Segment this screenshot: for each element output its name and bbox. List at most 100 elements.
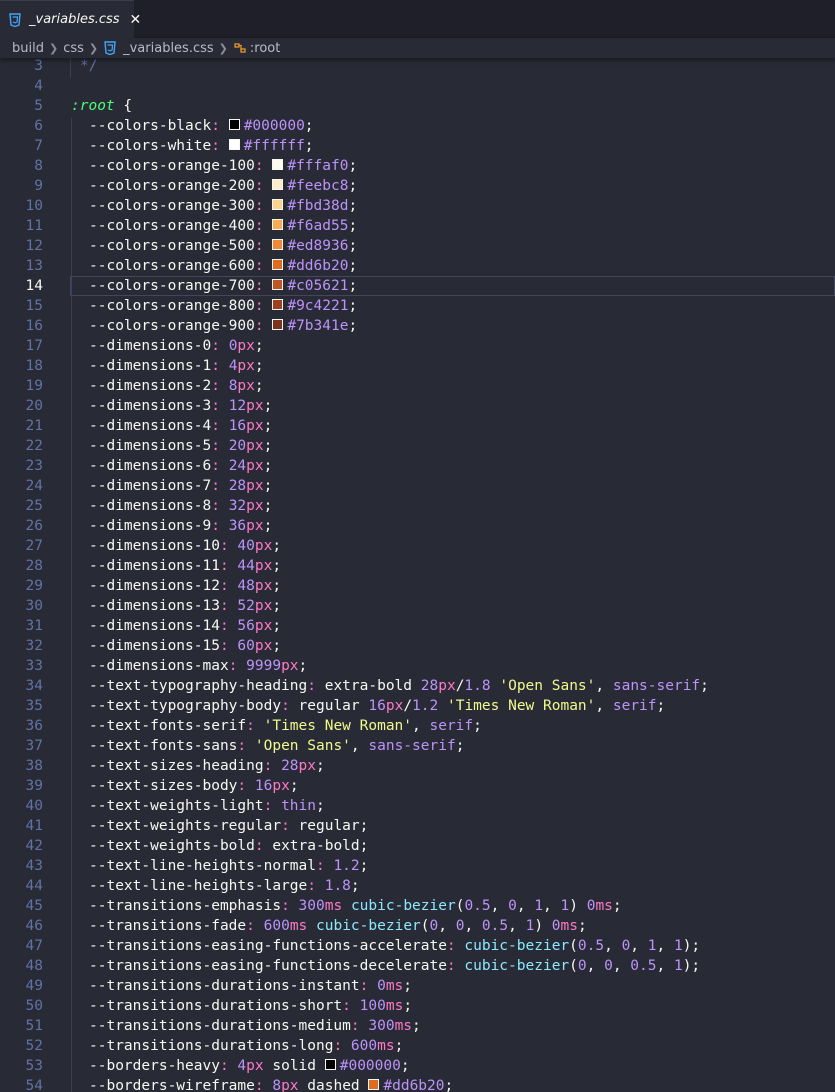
code-line[interactable]: 11 --colors-orange-400: #f6ad55;	[0, 216, 835, 236]
code-line[interactable]: 21 --dimensions-4: 16px;	[0, 416, 835, 436]
code-line[interactable]: 18 --dimensions-1: 4px;	[0, 356, 835, 376]
code-line[interactable]: 12 --colors-orange-500: #ed8936;	[0, 236, 835, 256]
code-line[interactable]: 32 --dimensions-15: 60px;	[0, 636, 835, 656]
code-text: --text-fonts-serif: 'Times New Roman', s…	[89, 716, 482, 736]
close-icon[interactable]: ✕	[130, 12, 142, 28]
token-punct: ;	[263, 518, 273, 534]
code-line[interactable]: 42 --text-weights-bold: extra-bold;	[0, 836, 835, 856]
token-num: 28	[281, 758, 299, 774]
token-num: 1	[647, 938, 657, 954]
chevron-right-icon: ❯	[218, 41, 228, 55]
color-swatch[interactable]	[272, 159, 284, 170]
code-line[interactable]: 52 --transitions-durations-long: 600ms;	[0, 1036, 835, 1056]
code-line[interactable]: 28 --dimensions-11: 44px;	[0, 556, 835, 576]
code-text: --colors-orange-100: #fffaf0;	[89, 156, 357, 176]
code-line[interactable]: 49 --transitions-durations-instant: 0ms;	[0, 976, 835, 996]
code-line[interactable]: 34 --text-typography-heading: extra-bold …	[0, 676, 835, 696]
code-line[interactable]: 29 --dimensions-12: 48px;	[0, 576, 835, 596]
code-line[interactable]: 3 */	[0, 58, 835, 76]
code-line[interactable]: 8 --colors-orange-100: #fffaf0;	[0, 156, 835, 176]
code-line[interactable]: 51 --transitions-durations-medium: 300ms;	[0, 1016, 835, 1036]
code-line[interactable]: 41 --text-weights-regular: regular;	[0, 816, 835, 836]
line-content: --transitions-durations-long: 600ms;	[70, 1036, 835, 1056]
code-line[interactable]: 9 --colors-orange-200: #feebc8;	[0, 176, 835, 196]
code-line[interactable]: 16 --colors-orange-900: #7b341e;	[0, 316, 835, 336]
code-editor[interactable]: 3 */4 5:root {6 --colors-black: #000000; 7 --…	[0, 58, 835, 1092]
breadcrumb-item-file[interactable]: _variables.css	[123, 41, 214, 56]
code-line[interactable]: 43 --text-line-heights-normal: 1.2;	[0, 856, 835, 876]
token-num: 16	[368, 698, 386, 714]
token-punct: ;	[263, 478, 273, 494]
code-text: --dimensions-3: 12px;	[89, 396, 272, 416]
code-line[interactable]: 14 --colors-orange-700: #c05621;	[0, 276, 835, 296]
color-swatch[interactable]	[368, 1079, 380, 1090]
token-colon: :	[281, 898, 299, 914]
code-line[interactable]: 30 --dimensions-13: 52px;	[0, 596, 835, 616]
color-swatch[interactable]	[272, 179, 284, 190]
code-line[interactable]: 37 --text-fonts-sans: 'Open Sans', sans-s…	[0, 736, 835, 756]
code-line[interactable]: 50 --transitions-durations-short: 100ms;	[0, 996, 835, 1016]
code-text: --text-typography-body: regular 16px/1.2…	[89, 696, 665, 716]
color-swatch[interactable]	[272, 199, 284, 210]
token-unit: px	[246, 498, 264, 514]
breadcrumb: build ❯ css ❯ _variables.css ❯ :root	[0, 38, 835, 58]
code-line[interactable]: 20 --dimensions-3: 12px;	[0, 396, 835, 416]
color-swatch[interactable]	[272, 279, 284, 290]
token-punct: ,	[604, 938, 622, 954]
code-line[interactable]: 7 --colors-white: #ffffff;	[0, 136, 835, 156]
code-line[interactable]: 44 --text-line-heights-large: 1.8;	[0, 876, 835, 896]
code-line[interactable]: 53 --borders-heavy: 4px solid #000000;	[0, 1056, 835, 1076]
line-number: 23	[25, 458, 43, 474]
line-number: 39	[25, 778, 43, 794]
color-swatch[interactable]	[272, 319, 284, 330]
code-line[interactable]: 6 --colors-black: #000000;	[0, 116, 835, 136]
line-number: 26	[25, 518, 43, 534]
color-swatch[interactable]	[272, 299, 284, 310]
color-swatch[interactable]	[228, 119, 240, 130]
code-text: --dimensions-2: 8px;	[89, 376, 264, 396]
code-line[interactable]: 35 --text-typography-body: regular 16px/1…	[0, 696, 835, 716]
code-line[interactable]: 45 --transitions-emphasis: 300ms cubic-be…	[0, 896, 835, 916]
color-swatch[interactable]	[272, 239, 284, 250]
token-punct: ,	[630, 938, 648, 954]
code-line[interactable]: 36 --text-fonts-serif: 'Times New Roman',…	[0, 716, 835, 736]
code-line[interactable]: 19 --dimensions-2: 8px;	[0, 376, 835, 396]
line-number: 31	[25, 618, 43, 634]
code-line[interactable]: 10 --colors-orange-300: #fbd38d;	[0, 196, 835, 216]
code-line[interactable]: 5:root {	[0, 96, 835, 116]
code-line[interactable]: 17 --dimensions-0: 0px;	[0, 336, 835, 356]
color-swatch[interactable]	[272, 219, 284, 230]
code-line[interactable]: 25 --dimensions-8: 32px;	[0, 496, 835, 516]
color-swatch[interactable]	[228, 139, 240, 150]
code-line[interactable]: 39 --text-sizes-body: 16px;	[0, 776, 835, 796]
code-line[interactable]: 54 --borders-wireframe: 8px dashed #dd6b2…	[0, 1076, 835, 1092]
token-num: 1	[673, 938, 683, 954]
line-number: 43	[25, 858, 43, 874]
code-line[interactable]: 31 --dimensions-14: 56px;	[0, 616, 835, 636]
breadcrumb-item-root[interactable]: :root	[250, 41, 280, 56]
breadcrumb-item-css[interactable]: css	[63, 41, 84, 56]
code-line[interactable]: 33 --dimensions-max: 9999px;	[0, 656, 835, 676]
line-number: 41	[25, 818, 43, 834]
code-line[interactable]: 23 --dimensions-6: 24px;	[0, 456, 835, 476]
code-line[interactable]: 15 --colors-orange-800: #9c4221;	[0, 296, 835, 316]
color-swatch[interactable]	[324, 1059, 336, 1070]
color-swatch[interactable]	[272, 259, 284, 270]
code-line[interactable]: 4	[0, 76, 835, 96]
code-line[interactable]: 24 --dimensions-7: 28px;	[0, 476, 835, 496]
code-line[interactable]: 48 --transitions-easing-functions-deceler…	[0, 956, 835, 976]
code-line[interactable]: 47 --transitions-easing-functions-acceler…	[0, 936, 835, 956]
tab-variables-css[interactable]: _variables.css ✕	[0, 0, 141, 38]
code-line[interactable]: 38 --text-sizes-heading: 28px;	[0, 756, 835, 776]
code-line[interactable]: 22 --dimensions-5: 20px;	[0, 436, 835, 456]
code-line[interactable]: 40 --text-weights-light: thin;	[0, 796, 835, 816]
breadcrumb-item-build[interactable]: build	[12, 41, 44, 56]
token-colon: :	[254, 198, 273, 214]
code-line[interactable]: 46 --transitions-fade: 600ms cubic-bezier…	[0, 916, 835, 936]
code-line[interactable]: 27 --dimensions-10: 40px;	[0, 536, 835, 556]
code-text: --text-sizes-body: 16px;	[89, 776, 299, 796]
token-prop: --text-typography-heading	[89, 678, 308, 694]
code-line[interactable]: 13 --colors-orange-600: #dd6b20;	[0, 256, 835, 276]
line-content: --dimensions-2: 8px;	[70, 376, 835, 396]
code-line[interactable]: 26 --dimensions-9: 36px;	[0, 516, 835, 536]
